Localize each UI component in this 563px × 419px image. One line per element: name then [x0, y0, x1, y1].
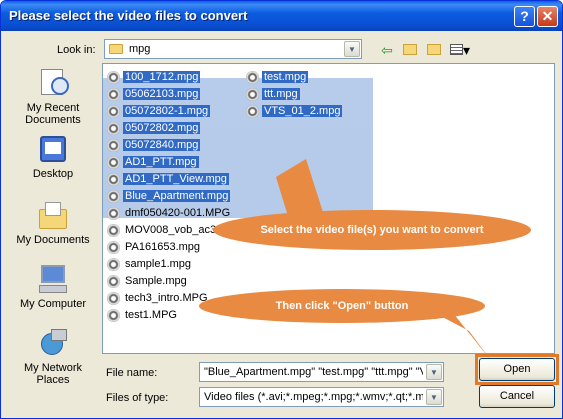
file-type-dropdown[interactable]: Video files (*.avi;*.mpeg;*.mpg;*.wmv;*.…: [199, 387, 444, 407]
file-type-label: Files of type:: [106, 392, 169, 404]
file-type-value: Video files (*.avi;*.mpeg;*.mpg;*.wmv;*.…: [204, 391, 423, 403]
callout-click-open: Then click "Open" button: [199, 289, 485, 323]
file-name-value: "Blue_Apartment.mpg" "test.mpg" "ttt.mpg…: [204, 366, 423, 378]
callout-select-files: Select the video file(s) you want to con…: [213, 210, 531, 250]
chevron-down-icon[interactable]: ▼: [426, 389, 442, 405]
file-name-input[interactable]: "Blue_Apartment.mpg" "test.mpg" "ttt.mpg…: [199, 362, 444, 382]
open-button[interactable]: Open: [479, 358, 555, 381]
file-name-label: File name:: [106, 367, 158, 379]
cancel-button[interactable]: Cancel: [479, 385, 555, 408]
chevron-down-icon[interactable]: ▼: [426, 364, 442, 380]
file-open-dialog: Please select the video files to convert…: [0, 0, 563, 419]
